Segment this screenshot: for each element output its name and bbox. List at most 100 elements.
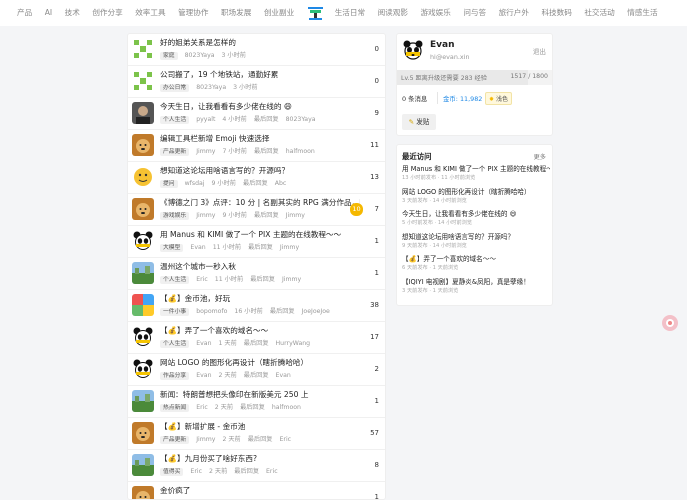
post-author[interactable]: 8023Yaya (196, 84, 226, 92)
post-author[interactable]: pyyalt (196, 116, 215, 124)
last-reply-user[interactable]: Jimmy (286, 212, 305, 220)
recent-item[interactable]: 今天生日，让我看看有多少佬在线的 😄 5 小时前发布 · 14 小时前浏览 (402, 210, 550, 227)
last-reply-user[interactable]: JoeJoeJoe (302, 308, 330, 316)
recent-item[interactable]: 网站 LOGO 的图形化再设计（瞎折腾哈哈） 3 天前发布 · 14 小时前浏览 (402, 188, 550, 205)
last-reply-user[interactable]: halfmoon (272, 404, 301, 412)
site-logo-icon[interactable] (307, 5, 324, 22)
post-row[interactable]: 编辑工具栏新增 Emoji 快速选择 产品更新 Jimmy 7 小时前 最后回复 half… (128, 130, 385, 162)
post-author[interactable]: Jimmy (196, 436, 215, 444)
last-reply-user[interactable]: halfmoon (286, 148, 315, 156)
post-author[interactable]: Jimmy (196, 212, 215, 220)
post-tag[interactable]: 一件小事 (160, 308, 190, 316)
avatar[interactable] (132, 454, 154, 476)
post-tag[interactable]: 个人生活 (160, 276, 190, 284)
post-tag[interactable]: 办公日常 (160, 84, 190, 92)
last-reply-user[interactable]: Jimmy (282, 276, 301, 284)
avatar[interactable] (132, 134, 154, 156)
post-row[interactable]: 好的姐弟关系是怎样的 家庭 8023Yaya 3 小时前 0 (128, 34, 385, 66)
post-author[interactable]: Jimmy (196, 148, 215, 156)
post-title[interactable]: 【💰】金币池，好玩 (160, 294, 360, 304)
post-tag[interactable]: 热点新闻 (160, 404, 190, 412)
post-author[interactable]: Eric (190, 468, 202, 476)
nav-item-qa[interactable]: 问与答 (463, 0, 486, 26)
last-reply-user[interactable]: 8023Yaya (286, 116, 316, 124)
post-author[interactable]: wfsdaj (185, 180, 205, 188)
post-tag[interactable]: 产品更新 (160, 148, 190, 156)
avatar[interactable] (132, 230, 154, 252)
post-author[interactable]: Evan (196, 372, 211, 380)
post-row[interactable]: 【💰】金币池，好玩 一件小事 bopomofo 16 小时前 最后回复 JoeJoeJoe… (128, 290, 385, 322)
post-author[interactable]: bopomofo (196, 308, 227, 316)
avatar[interactable] (132, 166, 154, 188)
profile-name[interactable]: Evan (430, 40, 455, 50)
post-title[interactable]: 金价疯了 (160, 486, 360, 496)
avatar[interactable] (132, 390, 154, 412)
theme-badge[interactable]: ✸ 浅色 (485, 92, 512, 105)
post-row[interactable]: 用 Manus 和 KIMI 做了一个 PIX 主题的在线教程～～ 大模型 Evan… (128, 226, 385, 258)
recent-item-title[interactable]: 想知道这论坛用啥语言写的？开源吗？ (402, 233, 550, 242)
post-tag[interactable]: 家庭 (160, 52, 178, 60)
post-row[interactable]: 今天生日，让我看看有多少佬在线的 😄 个人生活 pyyalt 4 小时前 最后回复 802… (128, 98, 385, 130)
avatar[interactable] (132, 70, 154, 92)
post-author[interactable]: Eric (196, 404, 208, 412)
avatar[interactable] (132, 38, 154, 60)
nav-item-tech[interactable]: 技术 (65, 0, 80, 26)
last-reply-user[interactable]: Abc (275, 180, 287, 188)
post-row[interactable]: 【💰】九月份买了啥好东西? 值得买 Eric 2 天前 最后回复 Eric 8 (128, 450, 385, 482)
nav-item-travel[interactable]: 旅行户外 (499, 0, 529, 26)
post-title[interactable]: 【💰】九月份买了啥好东西? (160, 454, 360, 464)
recent-more-link[interactable]: 更多 (534, 152, 546, 161)
post-tag[interactable]: 产品更新 (160, 436, 190, 444)
post-title[interactable]: 温州这个城市一秒入秋 (160, 262, 360, 272)
avatar[interactable] (132, 294, 154, 316)
post-title[interactable]: 今天生日，让我看看有多少佬在线的 😄 (160, 102, 360, 112)
post-title[interactable]: 想知道这论坛用啥语言写的？开源吗？ (160, 166, 360, 176)
post-title[interactable]: 新闻：特朗普想把头像印在新版美元 250 上 (160, 390, 360, 400)
nav-item-product[interactable]: 产品 (17, 0, 32, 26)
recent-item-title[interactable]: 网站 LOGO 的图形化再设计（瞎折腾哈哈） (402, 188, 550, 197)
recent-item[interactable]: 【IQIYI 电视剧】夏静炎&凤阳，真是孽缘！ 3 天前发布 · 1 天前浏览 (402, 278, 550, 295)
post-title[interactable]: 用 Manus 和 KIMI 做了一个 PIX 主题的在线教程～～ (160, 230, 360, 240)
avatar[interactable] (132, 422, 154, 444)
post-title[interactable]: 好的姐弟关系是怎样的 (160, 38, 360, 48)
recent-item-title[interactable]: 【IQIYI 电视剧】夏静炎&凤阳，真是孽缘！ (402, 278, 550, 287)
post-tag[interactable]: 值得买 (160, 468, 184, 476)
post-row[interactable]: 网站 LOGO 的图形化再设计（瞎折腾哈哈） 作品分享 Evan 2 天前 最后回复 Ev… (128, 354, 385, 386)
post-tag[interactable]: 个人生活 (160, 340, 190, 348)
post-title[interactable]: 公司搬了，19 个地铁站，通勤好累 (160, 70, 360, 80)
post-row[interactable]: 新闻：特朗普想把头像印在新版美元 250 上热点新闻 Eric 2 天前 最后回复 ha… (128, 386, 385, 418)
post-author[interactable]: 8023Yaya (185, 52, 215, 60)
post-row[interactable]: 金价疯了 1 (128, 482, 385, 499)
nav-item-emotion[interactable]: 情感生活 (627, 0, 657, 26)
post-author[interactable]: Evan (190, 244, 205, 252)
post-button[interactable]: ✎ 发贴 (402, 114, 436, 130)
nav-item-management[interactable]: 管理协作 (178, 0, 208, 26)
nav-item-digital[interactable]: 科技数码 (541, 0, 571, 26)
post-tag[interactable]: 游戏娱乐 (160, 212, 190, 220)
recent-item[interactable]: 【💰】弄了一个喜欢的域名～～ 6 天前发布 · 1 天前浏览 (402, 255, 550, 272)
post-title[interactable]: 【💰】弄了一个喜欢的域名～～ (160, 326, 360, 336)
logout-button[interactable]: 退出 (533, 46, 546, 56)
post-row[interactable]: 《博德之门 3》点评：10 分 | 名副其实的 RPG 满分作品，即便我还没通关… (128, 194, 385, 226)
recent-item[interactable]: 想知道这论坛用啥语言写的？开源吗？ 9 天前发布 · 14 小时前浏览 (402, 233, 550, 250)
recent-item[interactable]: 用 Manus 和 KIMI 做了一个 PIX 主题的在线教程～～ 13 小时前发… (402, 165, 550, 182)
post-tag[interactable]: 提问 (160, 180, 178, 188)
message-count[interactable]: 0 条消息 (402, 94, 427, 103)
post-tag[interactable]: 作品分享 (160, 372, 190, 380)
avatar[interactable] (132, 326, 154, 348)
post-title[interactable]: 网站 LOGO 的图形化再设计（瞎折腾哈哈） (160, 358, 360, 368)
post-tag[interactable]: 大模型 (160, 244, 184, 252)
floating-helper-icon[interactable] (662, 315, 678, 331)
avatar[interactable] (402, 39, 424, 61)
last-reply-user[interactable]: Jimmy (280, 244, 299, 252)
post-row[interactable]: 想知道这论坛用啥语言写的？开源吗？ 提问 wfsdaj 9 小时前 最后回复 Abc 13 (128, 162, 385, 194)
last-reply-user[interactable]: Eric (266, 468, 278, 476)
nav-item-creative[interactable]: 创作分享 (92, 0, 122, 26)
post-row[interactable]: 【💰】新增扩展 - 金币池 产品更新 Jimmy 2 天前 最后回复 Eric 57 (128, 418, 385, 450)
post-tag[interactable]: 个人生活 (160, 116, 190, 124)
nav-item-games[interactable]: 游戏娱乐 (420, 0, 450, 26)
nav-item-tools[interactable]: 效率工具 (135, 0, 165, 26)
post-title[interactable]: 编辑工具栏新增 Emoji 快速选择 (160, 134, 360, 144)
post-row[interactable]: 温州这个城市一秒入秋 个人生活 Eric 11 小时前 最后回复 Jimmy 1 (128, 258, 385, 290)
avatar[interactable] (132, 358, 154, 380)
